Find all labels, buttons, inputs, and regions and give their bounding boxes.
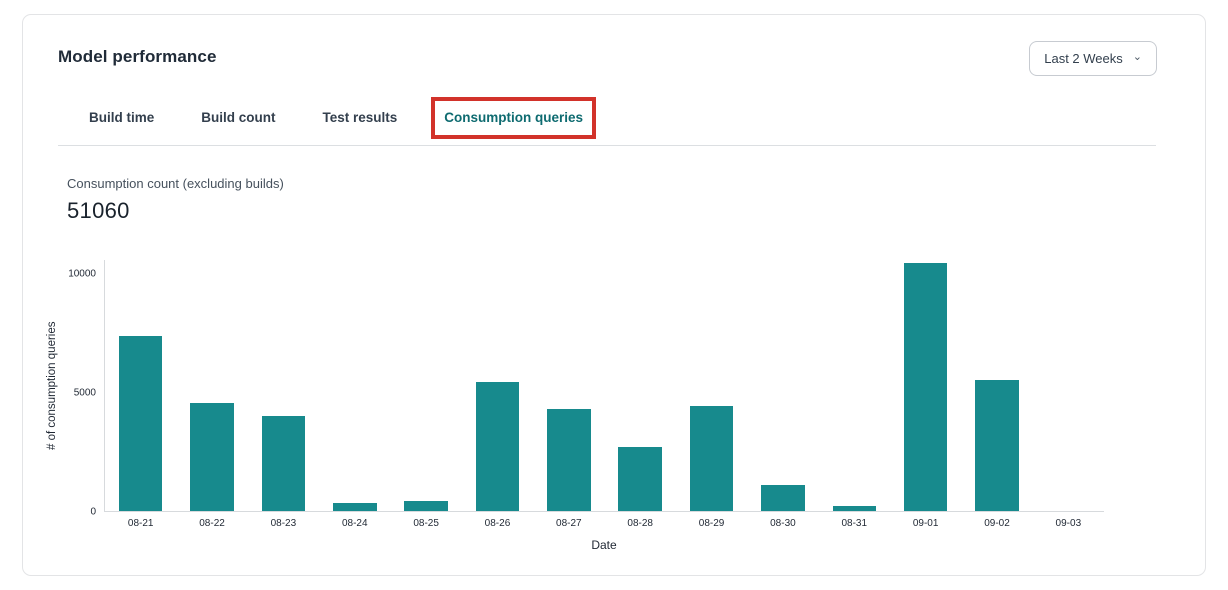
x-tick-label: 08-31 xyxy=(841,518,867,529)
x-tick-label: 08-28 xyxy=(627,518,653,529)
x-tick-label: 08-23 xyxy=(271,518,297,529)
bar-slot: 09-01 xyxy=(890,260,961,511)
bar-08-24[interactable] xyxy=(333,503,377,511)
bar-08-25[interactable] xyxy=(404,501,448,511)
bar-chart: # of consumption queries 0500010000 08-2… xyxy=(46,260,1104,512)
y-axis-title: # of consumption queries xyxy=(46,260,64,512)
y-tick-label: 10000 xyxy=(68,269,96,280)
bar-slot: 08-26 xyxy=(462,260,533,511)
bar-08-21[interactable] xyxy=(119,336,163,511)
bar-08-22[interactable] xyxy=(190,403,234,511)
bar-09-01[interactable] xyxy=(904,263,948,511)
x-tick-label: 08-21 xyxy=(128,518,154,529)
y-tick-label: 5000 xyxy=(74,388,96,399)
model-performance-card: Model performance Last 2 Weeks ⌄ Build t… xyxy=(22,14,1206,576)
bar-08-23[interactable] xyxy=(262,416,306,512)
bar-slot: 08-30 xyxy=(747,260,818,511)
x-tick-label: 08-29 xyxy=(699,518,725,529)
bar-08-28[interactable] xyxy=(618,447,662,511)
plot-area: 08-2108-2208-2308-2408-2508-2608-2708-28… xyxy=(104,260,1104,512)
bar-slot: 08-31 xyxy=(819,260,890,511)
bar-slot: 08-28 xyxy=(605,260,676,511)
x-tick-label: 08-27 xyxy=(556,518,582,529)
x-tick-label: 09-01 xyxy=(913,518,939,529)
x-tick-label: 08-22 xyxy=(199,518,225,529)
date-range-dropdown[interactable]: Last 2 Weeks ⌄ xyxy=(1029,41,1157,76)
x-tick-label: 08-26 xyxy=(485,518,511,529)
bar-slot: 08-29 xyxy=(676,260,747,511)
page-title: Model performance xyxy=(58,41,217,67)
x-tick-label: 09-03 xyxy=(1056,518,1082,529)
bar-slot: 08-24 xyxy=(319,260,390,511)
x-tick-label: 08-24 xyxy=(342,518,368,529)
x-tick-label: 08-30 xyxy=(770,518,796,529)
bar-08-31[interactable] xyxy=(833,506,877,511)
bar-slot: 08-21 xyxy=(105,260,176,511)
bar-08-30[interactable] xyxy=(761,485,805,511)
tab-build-time[interactable]: Build time xyxy=(89,110,154,126)
tab-build-count[interactable]: Build count xyxy=(201,110,275,126)
bar-08-27[interactable] xyxy=(547,409,591,512)
x-axis-title: Date xyxy=(104,538,1104,552)
bar-08-26[interactable] xyxy=(476,382,520,512)
tab-bar: Build time Build count Test results Consump… xyxy=(89,110,1156,126)
tab-test-results[interactable]: Test results xyxy=(323,110,398,126)
bar-slot: 08-27 xyxy=(533,260,604,511)
bar-slot: 08-23 xyxy=(248,260,319,511)
bar-slot: 09-03 xyxy=(1033,260,1104,511)
date-range-value: Last 2 Weeks xyxy=(1044,51,1123,66)
bar-slot: 08-22 xyxy=(176,260,247,511)
metric-summary: Consumption count (excluding builds) 510… xyxy=(67,176,1205,224)
card-header: Model performance Last 2 Weeks ⌄ xyxy=(23,15,1205,76)
metric-value: 51060 xyxy=(67,198,1205,224)
tab-consumption-queries[interactable]: Consumption queries xyxy=(444,110,583,126)
bar-slot: 09-02 xyxy=(961,260,1032,511)
chevron-down-icon: ⌄ xyxy=(1133,52,1142,63)
bar-slot: 08-25 xyxy=(390,260,461,511)
metric-label: Consumption count (excluding builds) xyxy=(67,176,1205,191)
tab-divider xyxy=(58,145,1156,146)
x-tick-label: 09-02 xyxy=(984,518,1010,529)
bar-08-29[interactable] xyxy=(690,406,734,511)
bar-09-02[interactable] xyxy=(975,380,1019,511)
y-tick-label: 0 xyxy=(90,507,96,518)
x-tick-label: 08-25 xyxy=(413,518,439,529)
y-axis-ticks: 0500010000 xyxy=(64,260,104,512)
